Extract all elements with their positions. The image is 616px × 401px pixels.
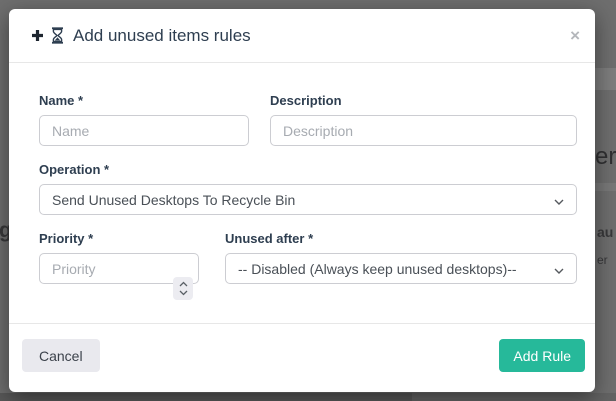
priority-label: Priority * [39, 231, 199, 246]
dialog-header: Add unused items rules × [9, 9, 595, 63]
priority-unused-row: Priority * Unused after * -- Disabled (A… [39, 231, 577, 284]
operation-selected-value: Send Unused Desktops To Recycle Bin [52, 192, 295, 208]
chevron-down-icon [554, 261, 564, 277]
backdrop-band [594, 183, 616, 191]
name-field-group: Name * [39, 93, 249, 146]
dialog-footer: Cancel Add Rule [9, 323, 595, 392]
name-label: Name * [39, 93, 249, 108]
close-icon[interactable]: × [570, 27, 580, 44]
backdrop-text-fragment: er [595, 143, 616, 171]
chevron-down-icon [554, 192, 564, 208]
chevron-up-icon [179, 281, 188, 287]
description-label: Description [270, 93, 577, 108]
backdrop-strip [412, 393, 616, 401]
add-rule-button[interactable]: Add Rule [499, 339, 585, 372]
operation-field-group: Operation * Send Unused Desktops To Recy… [39, 162, 577, 215]
backdrop-text-fragment: au [597, 224, 613, 240]
name-input[interactable] [39, 115, 249, 146]
unused-after-select[interactable]: -- Disabled (Always keep unused desktops… [225, 253, 577, 284]
operation-label: Operation * [39, 162, 577, 177]
description-field-group: Description [270, 93, 577, 146]
backdrop-band [594, 68, 616, 90]
dialog-body: Name * Description Operation * Send Unus… [9, 63, 595, 284]
operation-row: Operation * Send Unused Desktops To Recy… [39, 162, 577, 215]
hourglass-icon [50, 27, 65, 44]
dialog-title: Add unused items rules [73, 26, 251, 46]
add-unused-items-rules-dialog: Add unused items rules × Name * Descript… [9, 9, 595, 392]
priority-field-group: Priority * [39, 231, 199, 284]
unused-after-label: Unused after * [225, 231, 577, 246]
name-description-row: Name * Description [39, 93, 577, 146]
cancel-button[interactable]: Cancel [22, 339, 100, 372]
unused-after-field-group: Unused after * -- Disabled (Always keep … [225, 231, 577, 284]
backdrop-text-fragment: er [597, 253, 608, 267]
operation-select[interactable]: Send Unused Desktops To Recycle Bin [39, 184, 577, 215]
plus-icon [31, 29, 44, 42]
unused-after-selected-value: -- Disabled (Always keep unused desktops… [238, 261, 517, 277]
description-input[interactable] [270, 115, 577, 146]
screen: g er au er Add unused items rules × [0, 0, 616, 401]
number-stepper[interactable] [173, 277, 193, 300]
chevron-down-icon [179, 290, 188, 296]
